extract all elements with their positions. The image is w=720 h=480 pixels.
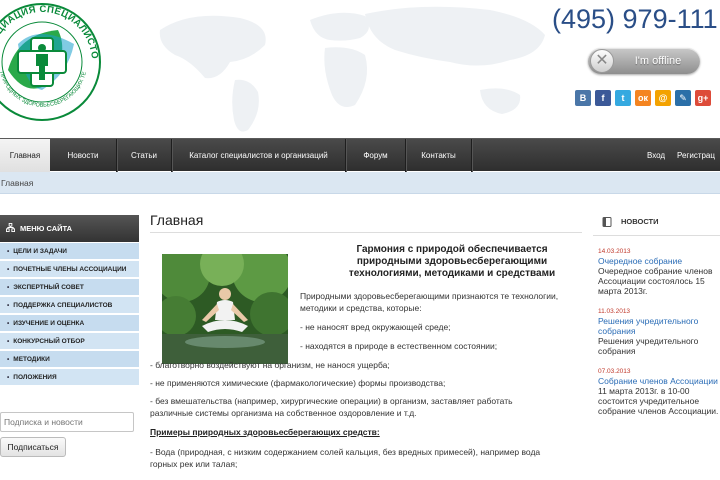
news-date: 07.03.2013 (598, 368, 631, 375)
nav-item-articles[interactable]: Статьи (117, 139, 172, 172)
sidebar-item-expert-council[interactable]: ЭКСПЕРТНЫЙ СОВЕТ (0, 279, 139, 296)
sidebar-item-honorary-members[interactable]: ПОЧЕТНЫЕ ЧЛЕНЫ АССОЦИАЦИИ (0, 261, 139, 278)
news-link[interactable]: Решения учредительного собрания (598, 316, 720, 336)
nav-item-contacts[interactable]: Контакты (406, 139, 472, 172)
online-status-button[interactable]: ✕ I'm offline (588, 48, 700, 74)
sidebar-item-research[interactable]: ИЗУЧЕНИЕ И ОЦЕНКА (0, 315, 139, 332)
breadcrumb: Главная (0, 172, 720, 194)
phone-number[interactable]: (495) 979-111 (552, 4, 718, 35)
news-text: Очередное собрание членов Ассоциации сос… (598, 266, 713, 296)
news-title: НОВОСТИ (621, 217, 659, 226)
news-sidebar: НОВОСТИ 14.03.2013 Очередное собрание Оч… (593, 208, 720, 416)
news-item: 07.03.2013 Собрание членов Ассоциации 11… (593, 368, 720, 416)
news-icon (602, 217, 612, 227)
google-plus-icon[interactable]: g+ (695, 90, 711, 106)
social-icons: Bf t ок @ ✎ g+ (575, 90, 711, 106)
article-bullet-5: - без вмешательства (например, хирургиче… (150, 396, 513, 418)
sidebar-item-methods[interactable]: МЕТОДИКИ (0, 351, 139, 368)
news-date: 11.03.2013 (598, 308, 631, 315)
main-content: Главная Гармония с природой обеспечивает… (150, 208, 582, 469)
register-link[interactable]: Регистрац (677, 139, 715, 172)
livejournal-icon[interactable]: ✎ (675, 90, 691, 106)
menu-tree-icon (6, 223, 15, 232)
facebook-icon[interactable]: f (595, 90, 611, 106)
sidebar-menu-header: МЕНЮ САЙТА (0, 215, 139, 242)
examples-heading: Примеры природных здоровьесберегающих ср… (150, 427, 380, 437)
offline-label: I'm offline (634, 55, 682, 67)
article-title: Гармония с природой обеспечивается приро… (348, 244, 556, 279)
article-bullet-3: - благотворно воздействуют на организм, … (150, 360, 390, 370)
page-title: Главная (150, 208, 582, 233)
nav-item-home[interactable]: Главная (0, 139, 50, 172)
sidebar-item-support[interactable]: ПОДДЕРЖКА СПЕЦИАЛИСТОВ (0, 297, 139, 314)
article-bullet-2: - находятся в природе в естественном сос… (300, 341, 498, 351)
news-header: НОВОСТИ (593, 208, 720, 236)
login-link[interactable]: Вход (647, 139, 665, 172)
article-intro: Природными здоровьесберегающими признают… (300, 291, 559, 313)
site-header: АССОЦИАЦИЯ СПЕЦИАЛИСТОВ ПРИРОДНЫХ ЗДОРОВ… (0, 0, 720, 138)
example-water: - Вода (природная, с низким содержанием … (150, 447, 541, 469)
news-link[interactable]: Очередное собрание (598, 256, 720, 266)
odnoklassniki-icon[interactable]: ок (635, 90, 651, 106)
close-icon: ✕ (590, 49, 614, 73)
nav-item-news[interactable]: Новости (50, 139, 117, 172)
twitter-icon[interactable]: t (615, 90, 631, 106)
main-navigation: Главная Новости Статьи Каталог специалис… (0, 138, 720, 172)
breadcrumb-home[interactable]: Главная (1, 178, 33, 188)
sidebar-item-competition[interactable]: КОНКУРСНЫЙ ОТБОР (0, 333, 139, 350)
article-bullet-4: - не применяются химические (фармакологи… (150, 378, 446, 388)
sidebar-menu: МЕНЮ САЙТА ЦЕЛИ И ЗАДАЧИ ПОЧЕТНЫЕ ЧЛЕНЫ … (0, 215, 139, 386)
sidebar-menu-title: МЕНЮ САЙТА (20, 224, 73, 233)
article-bullet-1: - не наносят вред окружающей среде; (300, 322, 451, 332)
mail-icon[interactable]: @ (655, 90, 671, 106)
nav-item-forum[interactable]: Форум (346, 139, 406, 172)
subscribe-button[interactable]: Подписаться (0, 437, 66, 457)
news-item: 11.03.2013 Решения учредительного собран… (593, 308, 720, 356)
news-text: Решения учредительного собрания (598, 336, 699, 356)
nav-item-catalog[interactable]: Каталог специалистов и организаций (172, 139, 346, 172)
sidebar-item-goals[interactable]: ЦЕЛИ И ЗАДАЧИ (0, 243, 139, 260)
sidebar-item-regulations[interactable]: ПОЛОЖЕНИЯ (0, 369, 139, 386)
meditation-photo (162, 254, 288, 364)
association-logo: АССОЦИАЦИЯ СПЕЦИАЛИСТОВ ПРИРОДНЫХ ЗДОРОВ… (0, 0, 101, 121)
news-item: 14.03.2013 Очередное собрание Очередное … (593, 248, 720, 296)
news-link[interactable]: Собрание членов Ассоциации (598, 376, 720, 386)
news-date: 14.03.2013 (598, 248, 631, 255)
news-text: 11 марта 2013г. в 10-00 состоится учреди… (598, 386, 719, 416)
vkontakte-icon[interactable]: B (575, 90, 591, 106)
world-map-background (159, 6, 545, 132)
subscribe-input[interactable] (0, 412, 134, 432)
